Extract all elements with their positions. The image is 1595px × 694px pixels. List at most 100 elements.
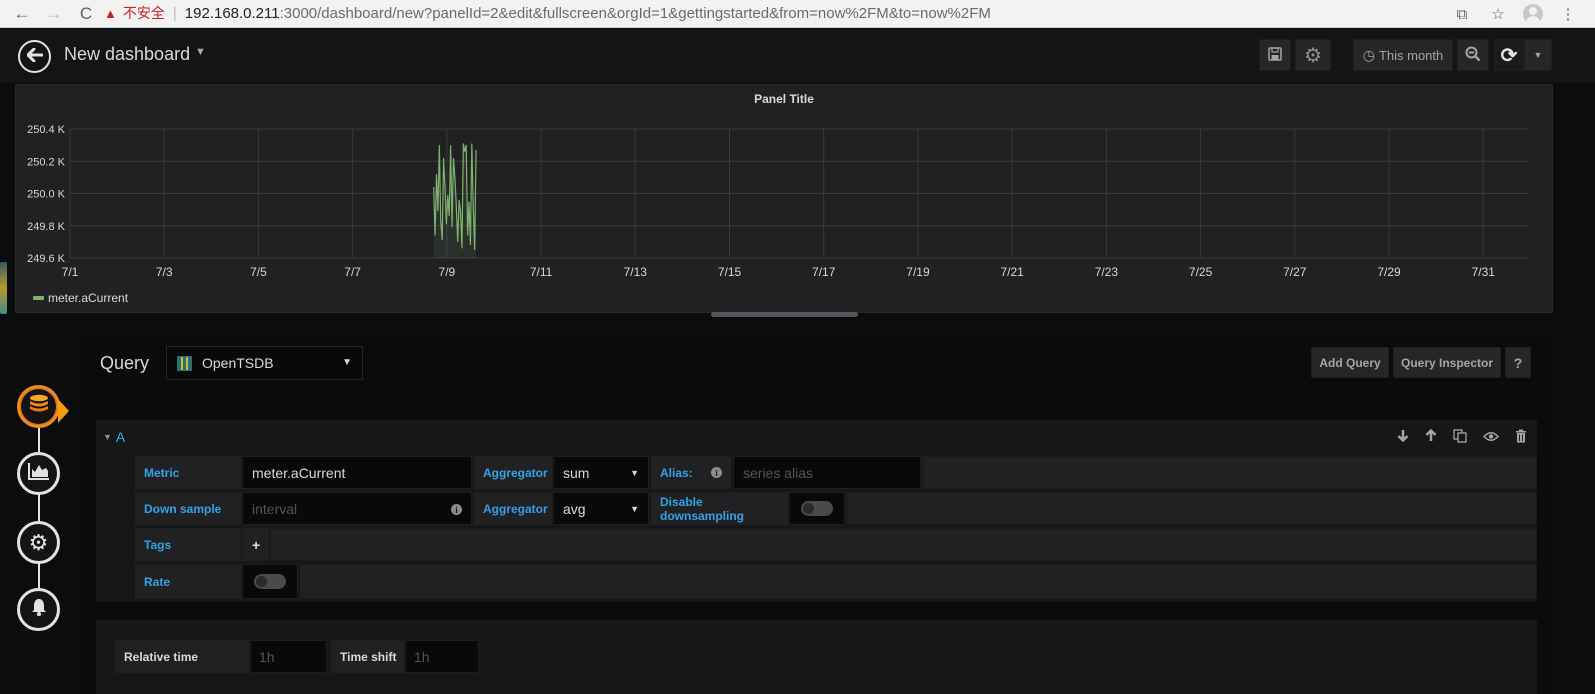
step-visualization[interactable] [17, 452, 60, 495]
zoom-out-button[interactable] [1457, 39, 1489, 71]
refresh-button[interactable]: ⟳ [1494, 39, 1524, 71]
x-tick-label: 7/19 [906, 265, 930, 279]
row-filler [922, 456, 1537, 489]
steps-connector [38, 420, 40, 610]
save-dashboard-button[interactable] [1259, 39, 1291, 71]
info-icon[interactable]: i [451, 504, 462, 515]
graph-chart[interactable]: 249.6 K 249.8 K 250.0 K 250.2 K 250.4 K 7/1 7/… [16, 85, 1554, 314]
area-chart-icon [27, 462, 50, 485]
tags-label: Tags [135, 528, 241, 561]
datasource-picker[interactable]: OpenTSDB ▼ [166, 346, 363, 380]
chevron-down-icon[interactable]: ▼ [195, 46, 206, 58]
aggregator-label: Aggregator [474, 456, 552, 489]
security-status[interactable]: 不安全 [123, 3, 165, 23]
bell-icon [29, 597, 49, 622]
panel-resize-handle[interactable] [711, 312, 858, 317]
aggregator-value: sum [563, 464, 590, 481]
profile-avatar[interactable] [1523, 4, 1543, 24]
gear-icon: ⚙ [1304, 44, 1322, 67]
step-queries[interactable] [17, 385, 60, 428]
collapse-caret-icon[interactable]: ▼ [103, 432, 112, 442]
browser-menu-icon[interactable]: ⋮ [1557, 5, 1579, 23]
graph-legend: meter.aCurrent [33, 291, 128, 305]
y-tick-label: 249.8 K [27, 221, 66, 233]
x-tick-label: 7/3 [156, 265, 173, 279]
time-range-label: This month [1378, 47, 1444, 63]
disable-downsampling-toggle[interactable] [801, 501, 833, 516]
query-ref-id[interactable]: A [116, 429, 125, 445]
move-down-icon[interactable] [1397, 429, 1409, 445]
clock-icon: ◷ [1362, 46, 1375, 63]
dashboard-settings-button[interactable]: ⚙ [1295, 39, 1331, 71]
downsample-aggregator-label: Aggregator [474, 492, 552, 525]
alias-input[interactable]: series alias [733, 456, 921, 489]
refresh-interval-dropdown[interactable]: ▼ [1524, 39, 1552, 71]
legend-item[interactable]: meter.aCurrent [48, 291, 128, 305]
help-button[interactable]: ? [1505, 347, 1531, 378]
x-tick-label: 7/13 [624, 265, 648, 279]
reload-icon: C [79, 3, 93, 23]
time-shift-input[interactable]: 1h [405, 640, 479, 673]
url-path: :3000/dashboard/new?panelId=2&edit&fulls… [279, 4, 991, 22]
step-general[interactable]: ⚙ [17, 521, 60, 564]
query-row-body: Metric meter.aCurrent Aggregator sum ▼ A… [96, 454, 1537, 602]
database-icon [29, 394, 49, 419]
x-tick-label: 7/5 [250, 265, 267, 279]
relative-time-input[interactable]: 1h [250, 640, 327, 673]
save-icon [1268, 46, 1282, 64]
downsample-interval-input[interactable]: interval i [242, 492, 472, 525]
query-editor: Query OpenTSDB ▼ Add Query Query Inspect… [80, 338, 1553, 694]
disable-downsampling-cell [789, 492, 845, 525]
row-filler [846, 492, 1537, 525]
back-to-dashboard-button[interactable] [18, 40, 51, 73]
query-row-actions [1397, 420, 1527, 454]
x-tick-label: 7/11 [530, 265, 553, 279]
dashboard-title[interactable]: New dashboard [64, 44, 190, 65]
active-step-pointer [58, 399, 69, 423]
graph-panel: Panel Title 249.6 K 249.8 K 250.0 K 250.2 K… [15, 84, 1553, 313]
url-host: 192.168.0.211 [184, 4, 280, 22]
eye-icon[interactable] [1482, 429, 1500, 445]
browser-back-button[interactable]: ← [8, 0, 36, 28]
chevron-down-icon: ▼ [630, 503, 639, 514]
move-up-icon[interactable] [1425, 428, 1437, 445]
arrow-right-icon: → [45, 3, 63, 23]
aggregator-select[interactable]: sum ▼ [553, 456, 649, 489]
datasource-name: OpenTSDB [202, 355, 274, 371]
add-query-button[interactable]: Add Query [1311, 347, 1389, 378]
step-alert[interactable] [17, 588, 60, 631]
browser-forward-button[interactable]: → [40, 0, 68, 28]
query-row-header[interactable]: ▼ A [96, 420, 1537, 454]
rate-toggle[interactable] [254, 574, 286, 589]
address-bar[interactable]: ▲ 不安全 | 192.168.0.211:3000/dashboard/new… [104, 1, 1424, 25]
bookmark-star-icon[interactable]: ☆ [1487, 5, 1509, 23]
metric-input[interactable]: meter.aCurrent [242, 456, 472, 489]
add-tag-button[interactable]: + [242, 528, 269, 561]
editor-steps-nav: ⚙ [0, 320, 80, 694]
divider: | [172, 4, 177, 22]
translate-icon[interactable]: ⧉ [1451, 6, 1473, 23]
query-options-bar: Relative time 1h Time shift 1h [96, 620, 1537, 694]
downsample-aggregator-select[interactable]: avg ▼ [553, 492, 649, 525]
dashboard-navbar: New dashboard ▼ ⚙ ◷ This month ⟳ ▼ [0, 29, 1595, 83]
x-tick-label: 7/9 [439, 265, 456, 279]
x-tick-label: 7/21 [1000, 265, 1024, 279]
time-picker-button[interactable]: ◷ This month [1353, 39, 1453, 71]
arrow-left-icon: ← [13, 3, 31, 23]
rate-label: Rate [135, 564, 241, 599]
x-tick-label: 7/25 [1189, 265, 1213, 279]
y-tick-label: 250.0 K [27, 189, 66, 201]
info-icon[interactable]: i [711, 467, 722, 478]
zoom-out-icon [1465, 46, 1481, 65]
browser-reload-button[interactable]: C [72, 0, 100, 28]
row-filler [270, 528, 1537, 561]
duplicate-icon[interactable] [1453, 428, 1467, 446]
chevron-down-icon: ▼ [342, 357, 352, 368]
query-inspector-button[interactable]: Query Inspector [1393, 347, 1501, 378]
trash-icon[interactable] [1515, 429, 1527, 446]
metric-label: Metric [135, 456, 241, 489]
disable-downsampling-label: Disable downsampling [651, 492, 788, 525]
chevron-down-icon: ▼ [1533, 50, 1543, 60]
side-panel-strip [0, 262, 7, 314]
gear-wrench-icon: ⚙ [28, 529, 49, 555]
